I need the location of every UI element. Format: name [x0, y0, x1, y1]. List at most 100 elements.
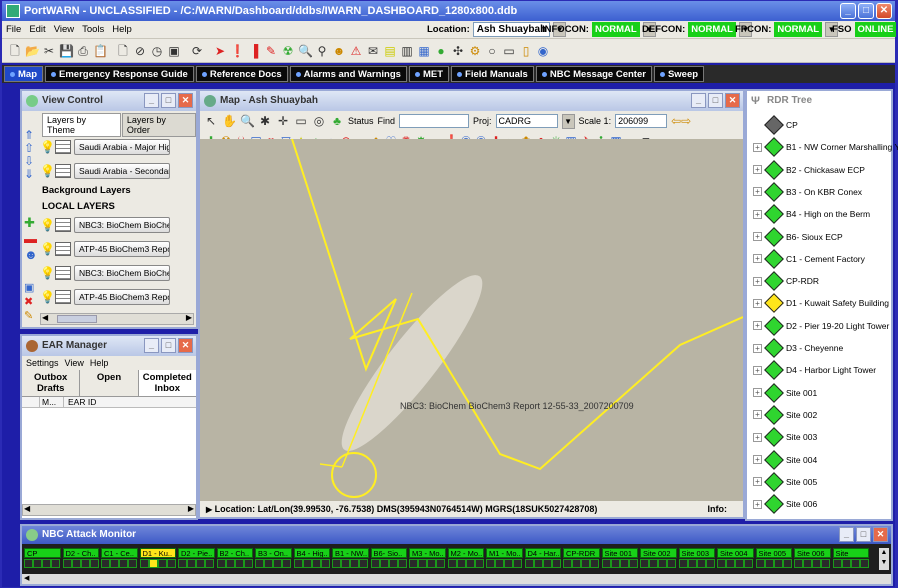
tab-emergency-response-guide[interactable]: Emergency Response Guide [45, 66, 194, 82]
tab-layers-by-theme[interactable]: Layers by Theme [42, 113, 121, 137]
battery-icon[interactable]: ▯ [519, 44, 533, 58]
layer-button[interactable]: Saudi Arabia - Secondar [74, 163, 170, 179]
monitor-cell[interactable]: Site 001 [601, 548, 638, 558]
expand-icon[interactable]: + [753, 276, 762, 286]
layer-button[interactable]: NBC3: BioChem BioCher [74, 265, 170, 281]
status-menu[interactable]: Status [348, 116, 374, 126]
circle-icon[interactable]: ○ [485, 44, 499, 58]
rdr-tree-item[interactable]: + Site 006 [753, 492, 817, 516]
save-icon[interactable]: 💾 [59, 44, 74, 58]
expand-icon[interactable]: + [753, 187, 762, 197]
expand-icon[interactable]: + [753, 321, 762, 331]
expand-icon[interactable]: + [753, 455, 762, 464]
rdr-tree-item[interactable]: + D4 - Harbor Light Tower [753, 358, 876, 382]
lightbulb-icon[interactable]: 💡 [40, 242, 55, 256]
column-ear-id[interactable]: EAR ID [64, 397, 96, 407]
gear-icon[interactable]: ⚙ [468, 44, 482, 58]
menu-view[interactable]: View [54, 24, 74, 35]
rdr-tree-item[interactable]: + Site 001 [753, 381, 817, 405]
maximize-button[interactable]: □ [161, 338, 176, 353]
lightbulb-icon[interactable]: 💡 [40, 218, 55, 232]
monitor-cell[interactable]: Site 002 [640, 548, 677, 558]
expand-icon[interactable]: + [753, 410, 762, 420]
rdr-tree-item[interactable]: + Site 003 [753, 425, 817, 449]
maximize-button[interactable]: □ [856, 527, 871, 542]
table-icon[interactable] [55, 266, 71, 280]
tab-alarms-warnings[interactable]: Alarms and Warnings [289, 66, 407, 82]
proj-select[interactable]: CADRG [495, 114, 558, 128]
expand-icon[interactable]: + [753, 142, 762, 152]
rdr-tree-item[interactable]: CP [753, 113, 798, 137]
monitor-cell[interactable]: C1 - Ce.. [101, 548, 138, 558]
person-icon[interactable]: ☻ [332, 44, 346, 58]
people-icon[interactable]: ☻ [24, 247, 38, 262]
expand-icon[interactable]: + [753, 343, 762, 353]
monitor-cell[interactable]: M2 - Mo.. [447, 548, 484, 558]
no-entry-icon[interactable]: ⊘ [133, 44, 147, 58]
map-canvas[interactable]: NBC3: BioChem BioChem3 Report 12-55-33_2… [200, 139, 743, 517]
monitor-cell[interactable]: CP [24, 548, 61, 558]
monitor-cell[interactable]: B3 - On.. [255, 548, 292, 558]
book-icon[interactable]: ▥ [400, 44, 414, 58]
menu-tools[interactable]: Tools [82, 24, 104, 35]
world-icon[interactable]: ◉ [536, 44, 550, 58]
refresh-icon[interactable]: ⟳ [190, 44, 204, 58]
monitor-cell[interactable]: M1 - Mo.. [486, 548, 523, 558]
column-m[interactable]: M... [40, 397, 64, 407]
minimize-button[interactable]: _ [691, 93, 706, 108]
tab-sweep[interactable]: Sweep [653, 66, 705, 82]
monitor-cell[interactable]: Site 004 [717, 548, 754, 558]
close-button[interactable]: ✕ [873, 527, 888, 542]
monitor-cell[interactable]: B1 - NW.. [332, 548, 369, 558]
tab-field-manuals[interactable]: Field Manuals [451, 66, 534, 82]
expand-icon[interactable]: + [753, 298, 762, 308]
layer-button[interactable]: NBC3: BioChem BioCher [74, 217, 170, 233]
close-button[interactable]: ✕ [178, 338, 193, 353]
needle-icon[interactable]: ⚲ [315, 44, 329, 58]
paint-icon[interactable]: ✎ [24, 310, 33, 322]
fpcon-value[interactable]: NORMAL [774, 22, 823, 37]
table-icon[interactable] [55, 242, 71, 256]
infocon-value[interactable]: NORMAL [591, 22, 640, 37]
lightbulb-icon[interactable]: 💡 [40, 266, 55, 280]
rdr-tree-item[interactable]: + C1 - Cement Factory [753, 247, 865, 271]
tab-reference-docs[interactable]: Reference Docs [195, 66, 288, 82]
rdr-tree-item[interactable]: + B6- Sioux ECP [753, 225, 843, 249]
layer-button[interactable]: ATP-45 BioChem3 Repo [74, 289, 170, 305]
add-icon[interactable]: ✚ [24, 215, 35, 230]
scroll-right-icon[interactable]: ▶ [186, 313, 192, 322]
monitor-cell[interactable]: D1 - Ku.. [139, 548, 176, 558]
rdr-tree-item[interactable]: + CP-RDR [753, 269, 819, 293]
rdr-tree-item[interactable]: + Site 005 [753, 470, 817, 494]
rdr-tree-item[interactable]: + D3 - Cheyenne [753, 336, 843, 360]
monitor-cell[interactable]: B2 - Ch.. [216, 548, 253, 558]
expand-icon[interactable]: + [753, 432, 762, 442]
monitor-cell[interactable]: B6- Sio.. [370, 548, 407, 558]
chart-icon[interactable]: ▐ [247, 44, 261, 58]
expand-icon[interactable]: + [753, 365, 762, 375]
monitor-cell[interactable]: Site [832, 548, 869, 558]
note-icon[interactable]: ▤ [383, 44, 397, 58]
tab-completed-inbox[interactable]: Completed Inbox [138, 370, 196, 396]
defcon-value[interactable]: NORMAL [688, 22, 736, 37]
layer-button[interactable]: ATP-45 BioChem3 Repo [74, 241, 170, 257]
expand-icon[interactable]: + [753, 388, 762, 398]
menu-edit[interactable]: Edit [29, 24, 45, 35]
rdr-tree-item[interactable]: + D2 - Pier 19-20 Light Tower [753, 314, 889, 338]
lightbulb-icon[interactable]: 💡 [40, 164, 55, 178]
tab-met[interactable]: MET [408, 66, 450, 82]
tool-icon[interactable]: ✱ [258, 114, 272, 128]
mail-icon[interactable]: ✉ [366, 44, 380, 58]
maximize-button[interactable]: □ [161, 93, 176, 108]
layers-icon[interactable]: ◎ [312, 114, 326, 128]
open-icon[interactable]: 📂 [25, 44, 40, 58]
tab-outbox-drafts[interactable]: Outbox Drafts [22, 370, 79, 396]
monitor-cell[interactable]: D4 - Har.. [524, 548, 561, 558]
pin-icon[interactable]: ➤ [213, 44, 227, 58]
print-icon[interactable]: ⎙ [76, 44, 90, 58]
lightbulb-icon[interactable]: 💡 [40, 290, 55, 304]
expand-icon[interactable]: + [753, 499, 762, 509]
expand-icon[interactable]: + [753, 477, 762, 487]
monitor-cell[interactable]: CP-RDR [563, 548, 600, 558]
scroll-left-icon[interactable]: ◀ [42, 313, 48, 322]
